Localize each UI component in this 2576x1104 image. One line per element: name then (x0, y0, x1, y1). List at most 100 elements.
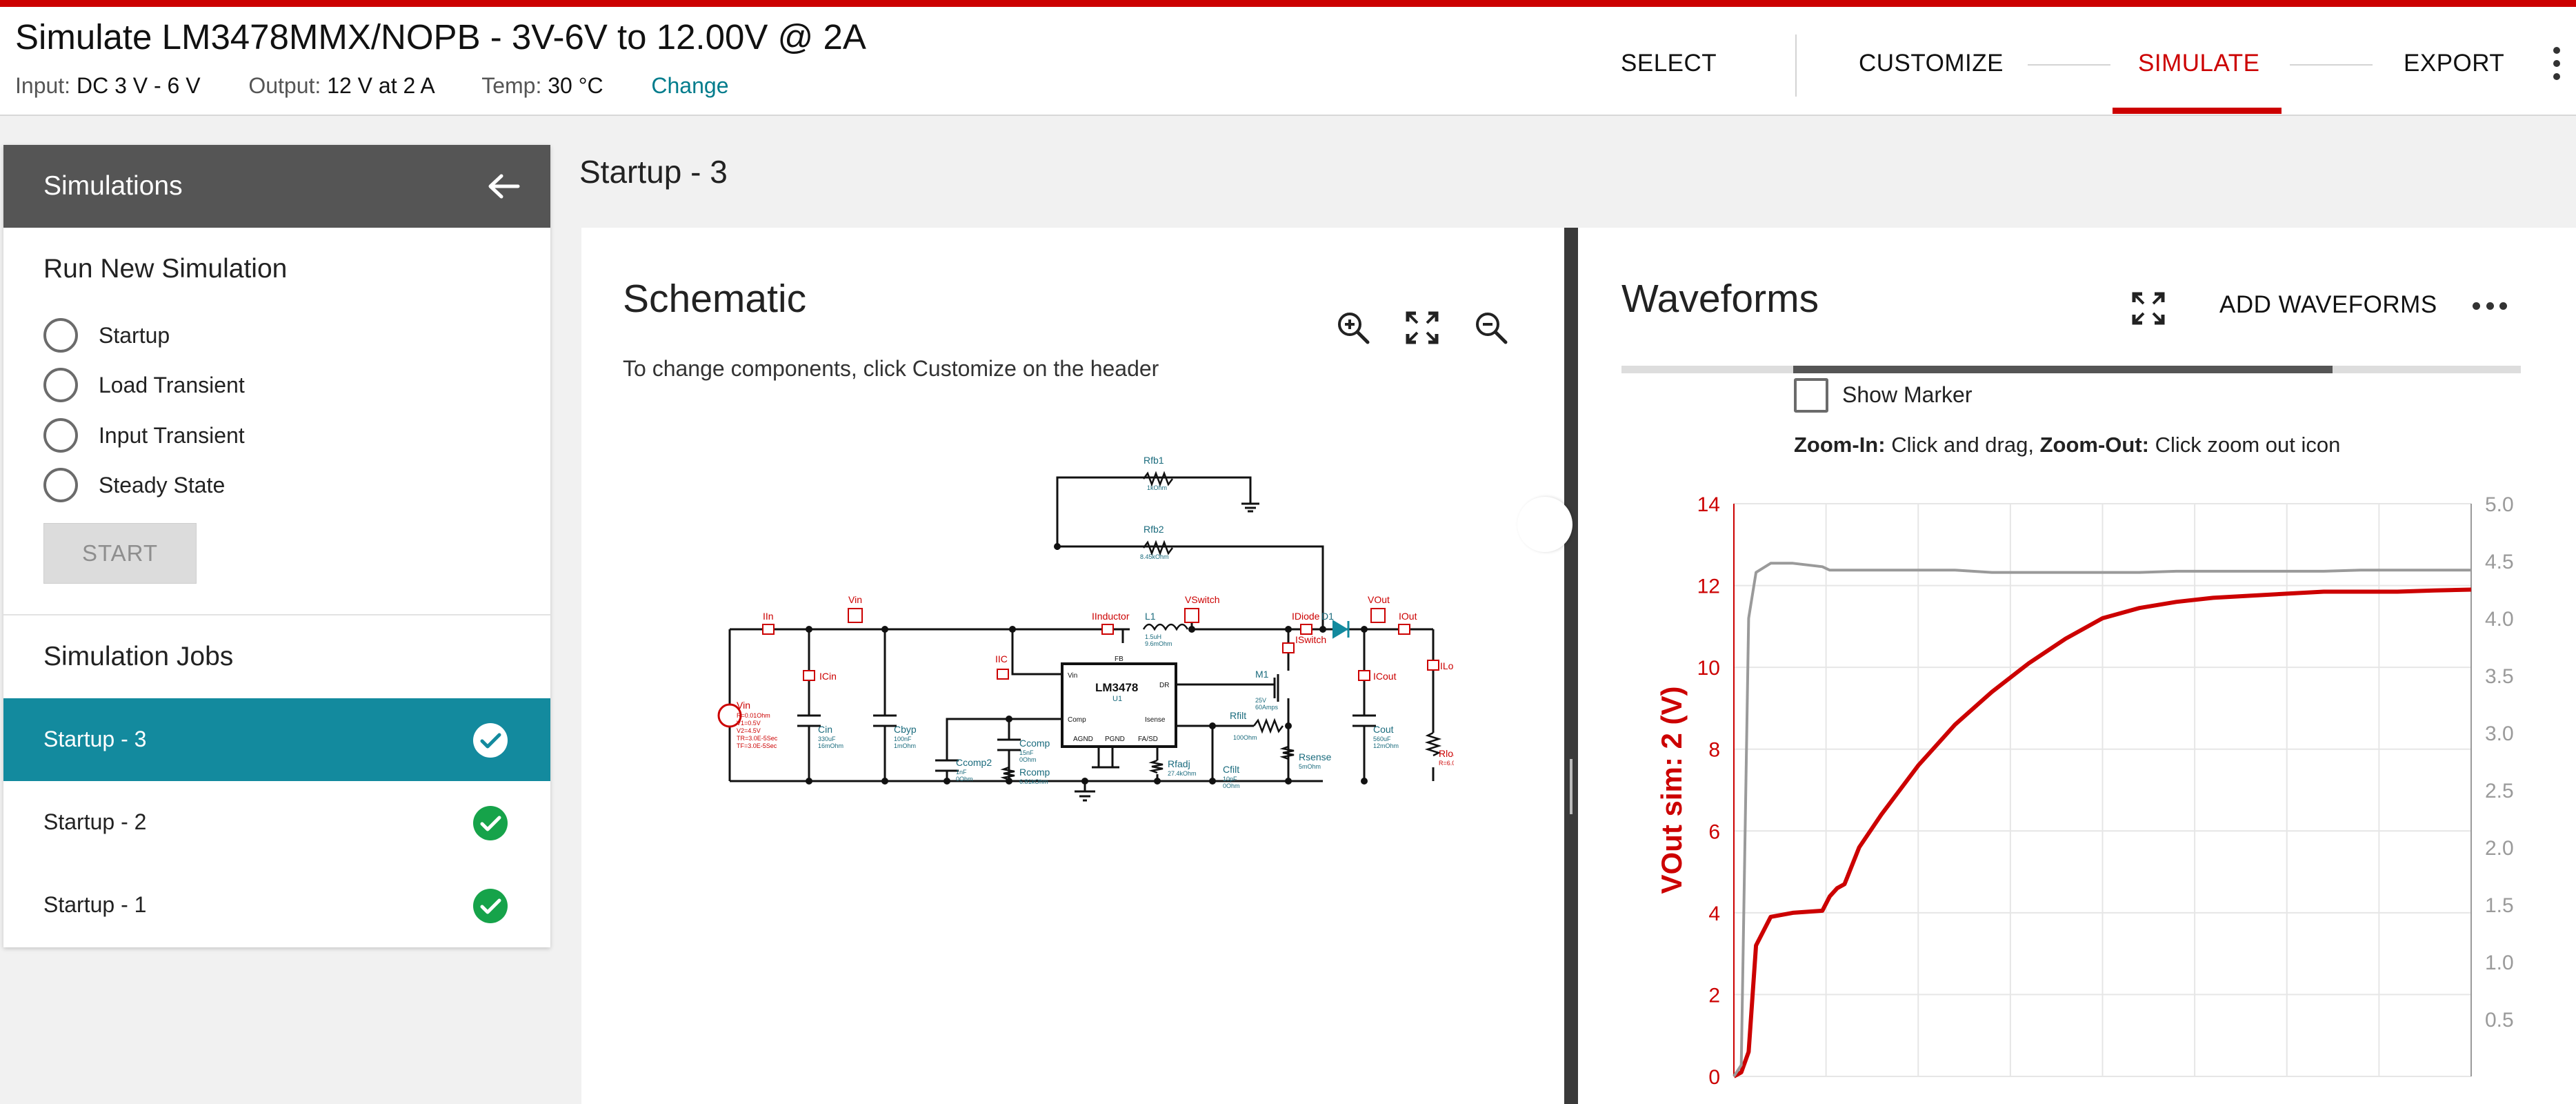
zoom-in-icon[interactable] (1335, 309, 1372, 346)
y2-tick-label: 3.5 (2485, 665, 2514, 688)
y2-tick-label: 4.0 (2485, 608, 2514, 631)
job-row-startup-2[interactable]: Startup - 2 (3, 781, 550, 864)
y2-tick-label: 1.5 (2485, 894, 2514, 917)
header-accent-bar (0, 0, 2576, 7)
y-axis-label: VOut sim: 2 (V) (1655, 686, 1688, 894)
label-iout: IOut (1399, 611, 1417, 622)
y-tick-label: 12 (1697, 575, 1720, 598)
schematic-diagram[interactable]: IIn Vin IInductor VSwitch IDiode VOut IO… (681, 443, 1454, 857)
label-iic: IIC (995, 653, 1008, 664)
radio-button[interactable] (43, 468, 78, 502)
change-link[interactable]: Change (651, 73, 728, 98)
y-tick-label: 2 (1708, 984, 1720, 1007)
label-pin-dr: DR (1159, 682, 1169, 689)
resize-handle[interactable] (1570, 759, 1572, 814)
job-label: Startup - 1 (43, 892, 147, 917)
label-vin-probe: Vin (848, 594, 862, 605)
add-waveforms-button[interactable]: ADD WAVEFORMS (2219, 291, 2437, 319)
schematic-panel: Schematic To change components, click Cu… (581, 228, 1564, 1104)
show-marker-checkbox[interactable] (1794, 378, 1828, 413)
label-vin-src-v3: V2=4.5V (737, 727, 761, 734)
step-export[interactable]: EXPORT (2404, 50, 2504, 77)
option-startup[interactable]: Startup (43, 316, 170, 355)
label-cbyp-val2: 1mOhm (894, 742, 916, 749)
fit-screen-icon[interactable] (1404, 309, 1441, 346)
job-label: Startup - 3 (43, 727, 147, 751)
output-value: 12 V at 2 A (327, 73, 434, 98)
zoom-out-text: Click zoom out icon (2148, 433, 2341, 457)
job-row-startup-1[interactable]: Startup - 1 (3, 864, 550, 947)
option-label: Input Transient (99, 422, 245, 448)
label-rcomp: Rcomp (1019, 767, 1050, 778)
y2-tick-label: 3.0 (2485, 722, 2514, 745)
label-idiode: IDiode (1292, 611, 1320, 622)
option-load-transient[interactable]: Load Transient (43, 366, 245, 404)
input-label: Input: (15, 73, 71, 98)
check-circle-icon (473, 806, 508, 840)
divider (3, 614, 550, 615)
check-circle-icon (473, 723, 508, 758)
temp-value: 30 °C (548, 73, 603, 98)
option-steady-state[interactable]: Steady State (43, 466, 225, 504)
y-tick-label: 4 (1708, 903, 1720, 925)
panel-resize-divider[interactable] (1564, 228, 1578, 1104)
option-input-transient[interactable]: Input Transient (43, 416, 245, 455)
label-ccomp-val: 15nF (1019, 749, 1034, 756)
label-u1: LM3478 (1095, 681, 1138, 694)
zoom-out-icon[interactable] (1472, 309, 1510, 346)
y-tick-label: 14 (1697, 493, 1720, 516)
option-label: Steady State (99, 472, 226, 497)
y-tick-label: 6 (1708, 820, 1720, 843)
waveform-options-icon[interactable] (2473, 302, 2507, 312)
label-iload: ILoad (1440, 660, 1454, 671)
label-rcomp-val: 6.81kOhm (1019, 778, 1048, 785)
option-label: Load Transient (99, 372, 245, 397)
job-label: Startup - 2 (43, 809, 147, 834)
panel-expand-tab[interactable] (1517, 497, 1572, 552)
label-ccomp: Ccomp (1019, 738, 1050, 749)
output-label: Output: (248, 73, 321, 98)
header: Simulate LM3478MMX/NOPB - 3V-6V to 12.00… (0, 7, 2576, 116)
label-cfilt-val: 10pF (1223, 776, 1237, 782)
simulations-sidebar: Simulations Run New Simulation Startup L… (3, 145, 550, 947)
horizontal-scrollbar-thumb[interactable] (1793, 366, 2333, 373)
label-cout-val: 560uF (1373, 736, 1391, 742)
label-l1-val2: 9.6mOhm (1145, 640, 1172, 647)
start-button[interactable]: START (43, 523, 197, 584)
label-rload: Rload (1439, 748, 1454, 759)
label-iswitch: ISwitch (1295, 634, 1326, 645)
arrow-left-icon[interactable] (486, 172, 521, 200)
step-connector (2290, 64, 2373, 66)
label-rfb1-val: 1kOhm (1147, 484, 1167, 491)
label-vin-src-v5: TF=3.0E-5Sec (737, 742, 777, 749)
waveform-chart[interactable]: 0 2 4 6 8 10 12 14 0.5 1.0 1.5 2.0 2.5 3.0 3.5 4.0 4.5 5.… (1578, 483, 2576, 1104)
option-label: Startup (99, 322, 170, 348)
step-customize[interactable]: CUSTOMIZE (1859, 50, 2004, 77)
more-options-icon[interactable] (2552, 47, 2562, 88)
radio-button[interactable] (43, 418, 78, 453)
label-rload-val: R=6.0Ohm (1439, 760, 1454, 767)
temp-label: Temp: (481, 73, 542, 98)
radio-button[interactable] (43, 318, 78, 353)
y2-tick-label: 2.5 (2485, 780, 2514, 802)
label-cbyp: Cbyp (894, 724, 917, 735)
fullscreen-icon[interactable] (2130, 290, 2167, 327)
label-pin-agnd: AGND (1073, 736, 1093, 743)
design-title: Simulate LM3478MMX/NOPB - 3V-6V to 12.00… (15, 17, 866, 57)
label-vin-src: Vin (737, 700, 750, 711)
label-cin: Cin (818, 724, 832, 735)
job-row-startup-3[interactable]: Startup - 3 (3, 698, 550, 781)
label-m1: M1 (1255, 669, 1269, 680)
label-vin-src-v4: TR=3.0E-5Sec (737, 735, 778, 742)
step-simulate[interactable]: SIMULATE (2138, 50, 2259, 77)
zoom-in-text: Click and drag, (1885, 433, 2040, 457)
label-m1-val: 25V (1255, 697, 1266, 704)
zoom-out-label: Zoom-Out: (2039, 433, 2149, 457)
label-pin-fb: FB (1115, 656, 1124, 663)
schematic-hint: To change components, click Customize on… (623, 356, 1159, 381)
label-rfilt-val: 100Ohm (1233, 734, 1257, 741)
main-title: Startup - 3 (579, 154, 728, 190)
label-rfb1: Rfb1 (1144, 455, 1164, 466)
step-select[interactable]: SELECT (1621, 50, 1717, 77)
radio-button[interactable] (43, 368, 78, 402)
